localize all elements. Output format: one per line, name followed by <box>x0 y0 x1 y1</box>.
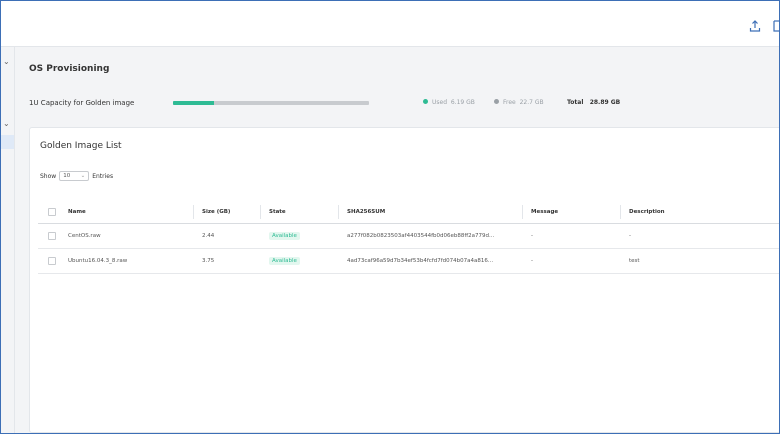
free-dot-icon <box>494 99 499 104</box>
card-title: Golden Image List <box>40 141 122 151</box>
capacity-bar <box>173 101 369 105</box>
column-header-sha256sum[interactable]: SHA256SUM <box>347 200 385 223</box>
sidebar: ⌄ ⌄ <box>1 47 15 433</box>
main-content: OS Provisioning 1U Capacity for Golden i… <box>15 47 779 433</box>
row-message: - <box>531 233 533 239</box>
row-checkbox[interactable] <box>48 232 56 240</box>
column-divider <box>620 205 621 219</box>
capacity-total: Total 28.89 GB <box>567 99 621 106</box>
column-header-description[interactable]: Description <box>629 200 665 223</box>
row-description: - <box>629 233 631 239</box>
table-row[interactable]: Ubuntu16.04.3_8.raw 3.75 Available 4ad73… <box>38 249 779 274</box>
upload-icon[interactable] <box>748 19 762 33</box>
select-all-checkbox[interactable] <box>48 207 56 216</box>
page-title: OS Provisioning <box>29 64 110 74</box>
column-divider <box>338 205 339 219</box>
page-size-control: Show 10 ⌄ Entries <box>40 171 114 181</box>
golden-image-table: Name Size (GB) State SHA256SUM Message D… <box>38 200 779 274</box>
legend-free: Free 22.7 GB <box>494 99 544 106</box>
status-badge: Available <box>269 232 300 240</box>
row-sha256sum: 4ad73caf96a59d7b34ef53b4fcfd7fd074b07a4a… <box>347 258 494 264</box>
top-header <box>1 1 780 47</box>
row-message: - <box>531 258 533 264</box>
row-name: Ubuntu16.04.3_8.raw <box>68 258 128 264</box>
golden-image-card: Golden Image List Show 10 ⌄ Entries Name… <box>29 127 779 433</box>
status-badge: Available <box>269 257 300 265</box>
chevron-down-icon[interactable]: ⌄ <box>3 57 10 66</box>
row-name: CentOS.raw <box>68 233 101 239</box>
capacity-used-fill <box>173 101 215 105</box>
row-checkbox[interactable] <box>48 257 56 265</box>
column-header-size[interactable]: Size (GB) <box>202 200 230 223</box>
column-header-message[interactable]: Message <box>531 200 558 223</box>
export-icon[interactable] <box>772 19 780 33</box>
table-header-row: Name Size (GB) State SHA256SUM Message D… <box>38 200 779 224</box>
app-frame: ⌄ ⌄ OS Provisioning 1U Capacity for Gold… <box>0 0 780 434</box>
page-size-select[interactable]: 10 ⌄ <box>59 171 90 181</box>
row-description: test <box>629 258 640 264</box>
chevron-down-icon[interactable]: ⌄ <box>3 119 10 128</box>
row-sha256sum: a277f082b0823503af4403544fb0d06eb88ff2a7… <box>347 233 495 239</box>
used-dot-icon <box>423 99 428 104</box>
row-size: 2.44 <box>202 233 215 239</box>
column-header-name[interactable]: Name <box>68 200 86 223</box>
row-size: 3.75 <box>202 258 215 264</box>
column-divider <box>522 205 523 219</box>
column-divider <box>193 205 194 219</box>
chevron-down-icon: ⌄ <box>80 173 86 179</box>
column-divider <box>260 205 261 219</box>
capacity-label: 1U Capacity for Golden image <box>29 99 135 107</box>
legend-used: Used 6.19 GB <box>423 99 475 106</box>
table-row[interactable]: CentOS.raw 2.44 Available a277f082b08235… <box>38 224 779 249</box>
column-header-state[interactable]: State <box>269 200 286 223</box>
sidebar-item-active[interactable] <box>1 135 14 149</box>
